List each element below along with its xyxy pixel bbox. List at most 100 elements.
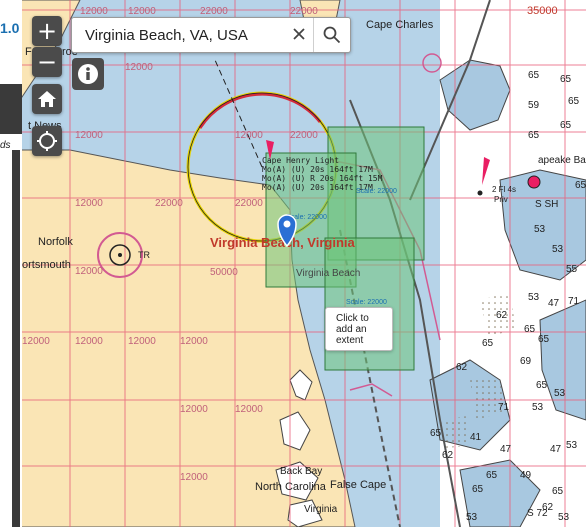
svg-text:65: 65 bbox=[538, 334, 550, 345]
svg-text:53: 53 bbox=[534, 224, 546, 235]
svg-text:22000: 22000 bbox=[290, 130, 318, 141]
svg-text:12000: 12000 bbox=[75, 198, 103, 209]
svg-text:50000: 50000 bbox=[210, 267, 238, 278]
label-fl-4s: 2 Fl 4s bbox=[492, 185, 516, 194]
svg-text:65: 65 bbox=[560, 120, 572, 131]
label-light-char-1: Mo(A) (U) 20s 164ft 17M bbox=[262, 165, 373, 174]
svg-text:53: 53 bbox=[532, 402, 544, 413]
crosshair-icon bbox=[37, 131, 57, 151]
svg-text:65: 65 bbox=[430, 428, 442, 439]
label-virginia-bottom: Virginia bbox=[304, 504, 338, 515]
svg-text:71: 71 bbox=[498, 402, 510, 413]
svg-text:12000: 12000 bbox=[180, 404, 208, 415]
svg-text:62: 62 bbox=[542, 502, 554, 513]
zoom-in-button[interactable]: + bbox=[32, 16, 62, 46]
svg-text:12000: 12000 bbox=[180, 336, 208, 347]
label-scale-3: Scale: 22000 bbox=[346, 299, 387, 306]
search-icon bbox=[323, 26, 341, 44]
light-dot bbox=[477, 190, 483, 196]
search-button[interactable] bbox=[314, 18, 350, 52]
svg-text:12000: 12000 bbox=[22, 336, 50, 347]
popup-line-1: Click to bbox=[336, 313, 369, 324]
label-scale-1: Scale: 22000 bbox=[356, 188, 397, 195]
label-north-carolina: North Carolina bbox=[255, 481, 327, 493]
svg-text:53: 53 bbox=[552, 244, 564, 255]
svg-text:65: 65 bbox=[575, 180, 586, 191]
svg-text:65: 65 bbox=[560, 74, 572, 85]
svg-text:53: 53 bbox=[554, 388, 566, 399]
info-icon bbox=[78, 64, 98, 84]
label-tr: TR bbox=[138, 250, 150, 260]
svg-text:65: 65 bbox=[486, 470, 498, 481]
svg-text:65: 65 bbox=[472, 484, 484, 495]
svg-text:65: 65 bbox=[528, 130, 540, 141]
svg-text:69: 69 bbox=[520, 356, 532, 367]
svg-text:62: 62 bbox=[456, 362, 468, 373]
locate-button[interactable] bbox=[32, 126, 62, 156]
search-input[interactable] bbox=[83, 25, 287, 45]
svg-text:41: 41 bbox=[470, 432, 482, 443]
info-button[interactable] bbox=[72, 58, 104, 90]
label-light-char-2: Mo(A) (U) R 20s 164ft 15M bbox=[262, 174, 383, 183]
svg-text:49: 49 bbox=[520, 470, 532, 481]
popup-line-3: extent bbox=[336, 335, 364, 346]
tr-center bbox=[118, 253, 122, 257]
svg-text:12000: 12000 bbox=[235, 404, 263, 415]
svg-text:12000: 12000 bbox=[235, 130, 263, 141]
zoom-out-icon: − bbox=[36, 48, 58, 76]
svg-text:12000: 12000 bbox=[75, 336, 103, 347]
add-extent-popup[interactable]: Click to add an extent bbox=[325, 307, 393, 351]
svg-text:22000: 22000 bbox=[290, 6, 318, 17]
label-portsmouth: ortsmouth bbox=[22, 259, 71, 271]
label-norfolk: Norfolk bbox=[38, 236, 73, 248]
svg-text:65: 65 bbox=[482, 338, 494, 349]
popup-line-2: add an bbox=[336, 324, 367, 335]
label-back-bay: Back Bay bbox=[280, 466, 322, 477]
zoom-in-icon: + bbox=[36, 17, 58, 45]
svg-text:53: 53 bbox=[558, 512, 570, 523]
svg-text:55: 55 bbox=[566, 264, 578, 275]
svg-text:12000: 12000 bbox=[75, 130, 103, 141]
lighthouse-symbol bbox=[527, 175, 541, 189]
clear-search-button[interactable] bbox=[286, 21, 312, 47]
svg-text:59: 59 bbox=[528, 100, 540, 111]
home-icon bbox=[38, 91, 56, 107]
label-priv: Priv bbox=[494, 195, 508, 204]
side-panel-value: 1.0 bbox=[0, 20, 20, 36]
svg-text:47: 47 bbox=[500, 444, 512, 455]
svg-text:47: 47 bbox=[550, 444, 562, 455]
svg-text:65: 65 bbox=[524, 324, 536, 335]
svg-text:62: 62 bbox=[496, 310, 508, 321]
svg-text:65: 65 bbox=[552, 486, 564, 497]
svg-text:12000: 12000 bbox=[125, 62, 153, 73]
label-s-sh: S SH bbox=[535, 199, 558, 210]
side-panel-fragment: ds bbox=[0, 140, 11, 151]
svg-text:71: 71 bbox=[568, 296, 580, 307]
label-cape-henry-light: Cape Henry Light bbox=[262, 156, 339, 165]
svg-text:47: 47 bbox=[548, 298, 560, 309]
label-false-cape: False Cape bbox=[330, 479, 386, 491]
label-chesapeake-bay: apeake Bay bbox=[538, 155, 586, 166]
svg-text:12000: 12000 bbox=[80, 6, 108, 17]
search-box[interactable] bbox=[71, 17, 351, 53]
side-panel-dark-strip bbox=[0, 84, 22, 134]
svg-text:12000: 12000 bbox=[75, 266, 103, 277]
label-cape-charles: Cape Charles bbox=[366, 19, 434, 31]
svg-text:53: 53 bbox=[466, 512, 478, 523]
side-panel-dark-strip-lower bbox=[12, 150, 20, 527]
svg-text:65: 65 bbox=[536, 380, 548, 391]
zoom-out-button[interactable]: − bbox=[32, 47, 62, 77]
svg-text:53: 53 bbox=[528, 292, 540, 303]
svg-text:65: 65 bbox=[528, 70, 540, 81]
label-35000: 35000 bbox=[527, 5, 558, 17]
close-icon bbox=[293, 28, 305, 40]
svg-text:12000: 12000 bbox=[128, 336, 156, 347]
label-virginia-beach-small: Virginia Beach bbox=[296, 268, 360, 279]
svg-text:22000: 22000 bbox=[155, 198, 183, 209]
svg-text:53: 53 bbox=[566, 440, 578, 451]
svg-text:65: 65 bbox=[568, 96, 580, 107]
svg-text:22000: 22000 bbox=[235, 198, 263, 209]
svg-text:22000: 22000 bbox=[200, 6, 228, 17]
svg-text:62: 62 bbox=[442, 450, 454, 461]
home-button[interactable] bbox=[32, 84, 62, 114]
